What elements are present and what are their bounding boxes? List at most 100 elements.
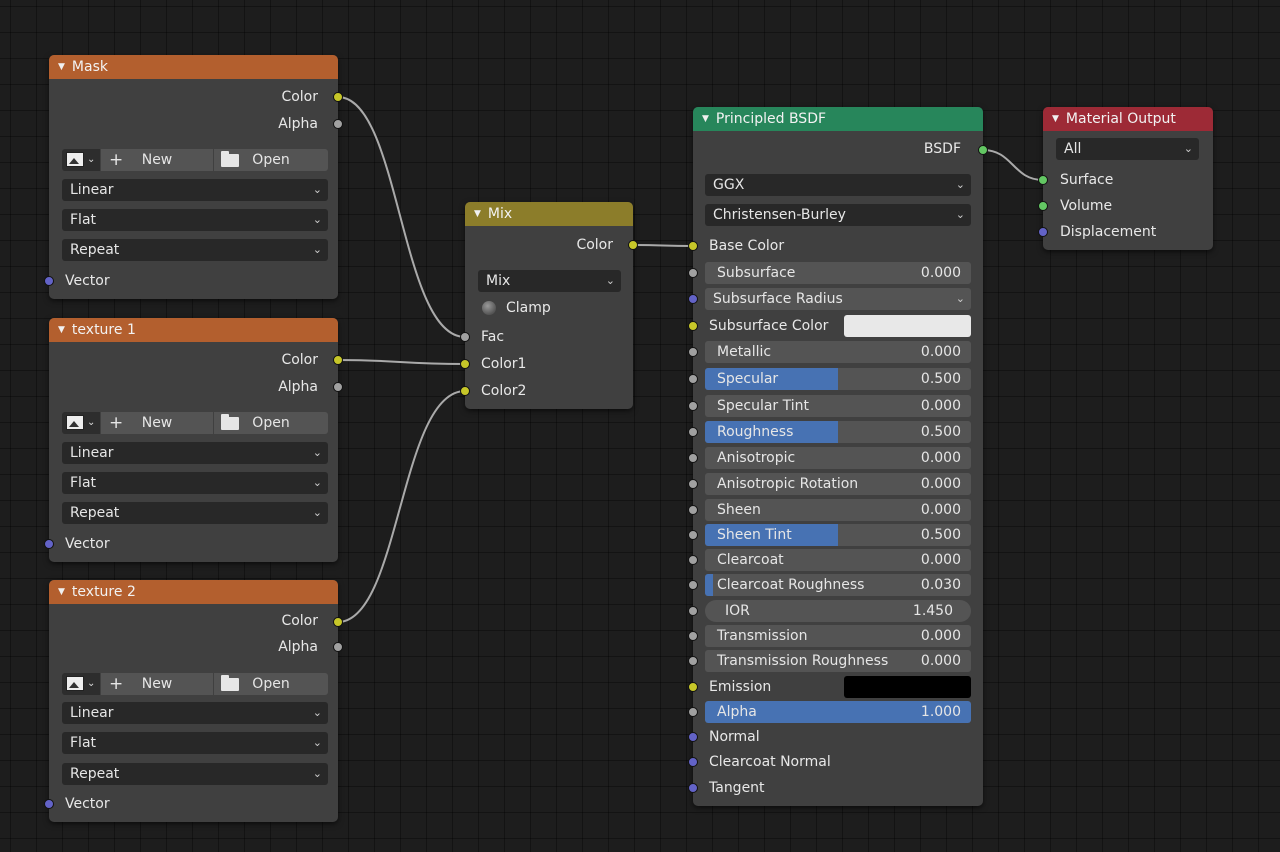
input-specular-tint-socket[interactable] — [688, 401, 698, 411]
new-image-button[interactable]: + New — [101, 149, 213, 171]
anisotropic-slider[interactable]: Anisotropic 0.000 — [705, 447, 971, 469]
collapse-triangle-icon[interactable]: ▼ — [1052, 114, 1059, 124]
input-surface-socket[interactable] — [1038, 175, 1048, 185]
roughness-slider[interactable]: Roughness 0.500 — [705, 421, 971, 443]
projection-dropdown[interactable]: Flat ⌄ — [62, 209, 328, 231]
input-base-color-socket[interactable] — [688, 241, 698, 251]
input-fac-socket[interactable] — [460, 332, 470, 342]
metallic-slider[interactable]: Metallic 0.000 — [705, 341, 971, 363]
image-browse-button[interactable]: ⌄ — [62, 412, 100, 434]
output-color-socket[interactable] — [333, 355, 343, 365]
node-editor-canvas[interactable]: ▼ Mask Color Alpha ⌄ + New Open Linear ⌄ — [0, 0, 1280, 852]
input-roughness-socket[interactable] — [688, 427, 698, 437]
input-clearcoat-socket[interactable] — [688, 555, 698, 565]
projection-dropdown[interactable]: Flat ⌄ — [62, 472, 328, 494]
input-subsurface-socket[interactable] — [688, 268, 698, 278]
input-clearcoat-roughness-socket[interactable] — [688, 580, 698, 590]
input-ior-socket[interactable] — [688, 606, 698, 616]
clamp-checkbox[interactable] — [482, 301, 496, 315]
input-alpha-socket[interactable] — [688, 707, 698, 717]
input-color1-socket[interactable] — [460, 359, 470, 369]
node-header[interactable]: ▼ texture 1 — [49, 318, 338, 342]
output-color-socket[interactable] — [628, 240, 638, 250]
node-header[interactable]: ▼ texture 2 — [49, 580, 338, 604]
input-normal-socket[interactable] — [688, 732, 698, 742]
image-texture-node-texture-1[interactable]: ▼ texture 1 Color Alpha ⌄ + New Open Lin… — [44, 318, 343, 562]
input-transmission-socket[interactable] — [688, 631, 698, 641]
collapse-triangle-icon[interactable]: ▼ — [58, 62, 65, 72]
sheen-tint-slider[interactable]: Sheen Tint 0.500 — [705, 524, 971, 546]
extension-dropdown[interactable]: Repeat ⌄ — [62, 763, 328, 785]
extension-dropdown[interactable]: Repeat ⌄ — [62, 502, 328, 524]
transmission-roughness-slider[interactable]: Transmission Roughness 0.000 — [705, 650, 971, 672]
ior-field[interactable]: IOR 1.450 — [705, 600, 971, 622]
open-image-button[interactable]: Open — [214, 149, 328, 171]
collapse-triangle-icon[interactable]: ▼ — [702, 114, 709, 124]
output-color-socket[interactable] — [333, 92, 343, 102]
input-volume-socket[interactable] — [1038, 201, 1048, 211]
open-image-button[interactable]: Open — [214, 673, 328, 695]
image-browse-button[interactable]: ⌄ — [62, 673, 100, 695]
input-subsurface-radius-socket[interactable] — [688, 294, 698, 304]
subsurface-color-swatch[interactable] — [844, 315, 971, 337]
collapse-triangle-icon[interactable]: ▼ — [58, 587, 65, 597]
node-header[interactable]: ▼ Mix — [465, 202, 633, 226]
emission-color-swatch[interactable] — [844, 676, 971, 698]
clearcoat-roughness-slider[interactable]: Clearcoat Roughness 0.030 — [705, 574, 971, 596]
clearcoat-slider[interactable]: Clearcoat 0.000 — [705, 549, 971, 571]
distribution-dropdown[interactable]: GGX ⌄ — [705, 174, 971, 196]
node-header[interactable]: ▼ Material Output — [1043, 107, 1213, 131]
transmission-slider[interactable]: Transmission 0.000 — [705, 625, 971, 647]
mix-node[interactable]: ▼ Mix Color Mix ⌄ Clamp Fac Color1 Color… — [460, 202, 638, 409]
input-vector-socket[interactable] — [44, 276, 54, 286]
input-anisotropic-rotation-socket[interactable] — [688, 479, 698, 489]
new-image-button[interactable]: + New — [101, 412, 213, 434]
render-target-dropdown[interactable]: All ⌄ — [1056, 138, 1199, 160]
interpolation-dropdown[interactable]: Linear ⌄ — [62, 179, 328, 201]
input-tangent-socket[interactable] — [688, 783, 698, 793]
input-sheen-tint-socket[interactable] — [688, 530, 698, 540]
subsurface-radius-dropdown[interactable]: Subsurface Radius ⌄ — [705, 288, 971, 310]
specular-tint-slider[interactable]: Specular Tint 0.000 — [705, 395, 971, 417]
image-texture-node-mask[interactable]: ▼ Mask Color Alpha ⌄ + New Open Linear ⌄ — [44, 55, 343, 299]
sheen-slider[interactable]: Sheen 0.000 — [705, 499, 971, 521]
image-texture-node-texture-2[interactable]: ▼ texture 2 Color Alpha ⌄ + New Open Lin… — [44, 580, 343, 822]
node-header[interactable]: ▼ Principled BSDF — [693, 107, 983, 131]
principled-bsdf-node[interactable]: ▼ Principled BSDF BSDF GGX ⌄ Christensen… — [688, 107, 988, 806]
input-metallic-socket[interactable] — [688, 347, 698, 357]
collapse-triangle-icon[interactable]: ▼ — [58, 325, 65, 335]
subsurface-method-dropdown[interactable]: Christensen-Burley ⌄ — [705, 204, 971, 226]
input-anisotropic-socket[interactable] — [688, 453, 698, 463]
output-alpha-socket[interactable] — [333, 382, 343, 392]
subsurface-slider[interactable]: Subsurface 0.000 — [705, 262, 971, 284]
output-alpha-socket[interactable] — [333, 642, 343, 652]
input-color2-socket[interactable] — [460, 386, 470, 396]
input-transmission-roughness-socket[interactable] — [688, 656, 698, 666]
blend-type-dropdown[interactable]: Mix ⌄ — [478, 270, 621, 292]
projection-dropdown[interactable]: Flat ⌄ — [62, 732, 328, 754]
specular-slider[interactable]: Specular 0.500 — [705, 368, 971, 390]
interpolation-dropdown[interactable]: Linear ⌄ — [62, 702, 328, 724]
input-subsurface-color-socket[interactable] — [688, 321, 698, 331]
output-alpha-socket[interactable] — [333, 119, 343, 129]
anisotropic-rotation-slider[interactable]: Anisotropic Rotation 0.000 — [705, 473, 971, 495]
open-image-button[interactable]: Open — [214, 412, 328, 434]
interpolation-dropdown[interactable]: Linear ⌄ — [62, 442, 328, 464]
slider-label: Anisotropic — [717, 450, 796, 466]
input-sheen-socket[interactable] — [688, 505, 698, 515]
collapse-triangle-icon[interactable]: ▼ — [474, 209, 481, 219]
image-browse-button[interactable]: ⌄ — [62, 149, 100, 171]
input-clearcoat-normal-socket[interactable] — [688, 757, 698, 767]
input-vector-socket[interactable] — [44, 539, 54, 549]
output-bsdf-socket[interactable] — [978, 145, 988, 155]
input-displacement-socket[interactable] — [1038, 227, 1048, 237]
input-specular-socket[interactable] — [688, 374, 698, 384]
material-output-node[interactable]: ▼ Material Output All ⌄ Surface Volume D… — [1038, 107, 1213, 250]
new-image-button[interactable]: + New — [101, 673, 213, 695]
input-emission-socket[interactable] — [688, 682, 698, 692]
input-vector-socket[interactable] — [44, 799, 54, 809]
alpha-slider[interactable]: Alpha 1.000 — [705, 701, 971, 723]
node-header[interactable]: ▼ Mask — [49, 55, 338, 79]
extension-dropdown[interactable]: Repeat ⌄ — [62, 239, 328, 261]
output-color-socket[interactable] — [333, 617, 343, 627]
